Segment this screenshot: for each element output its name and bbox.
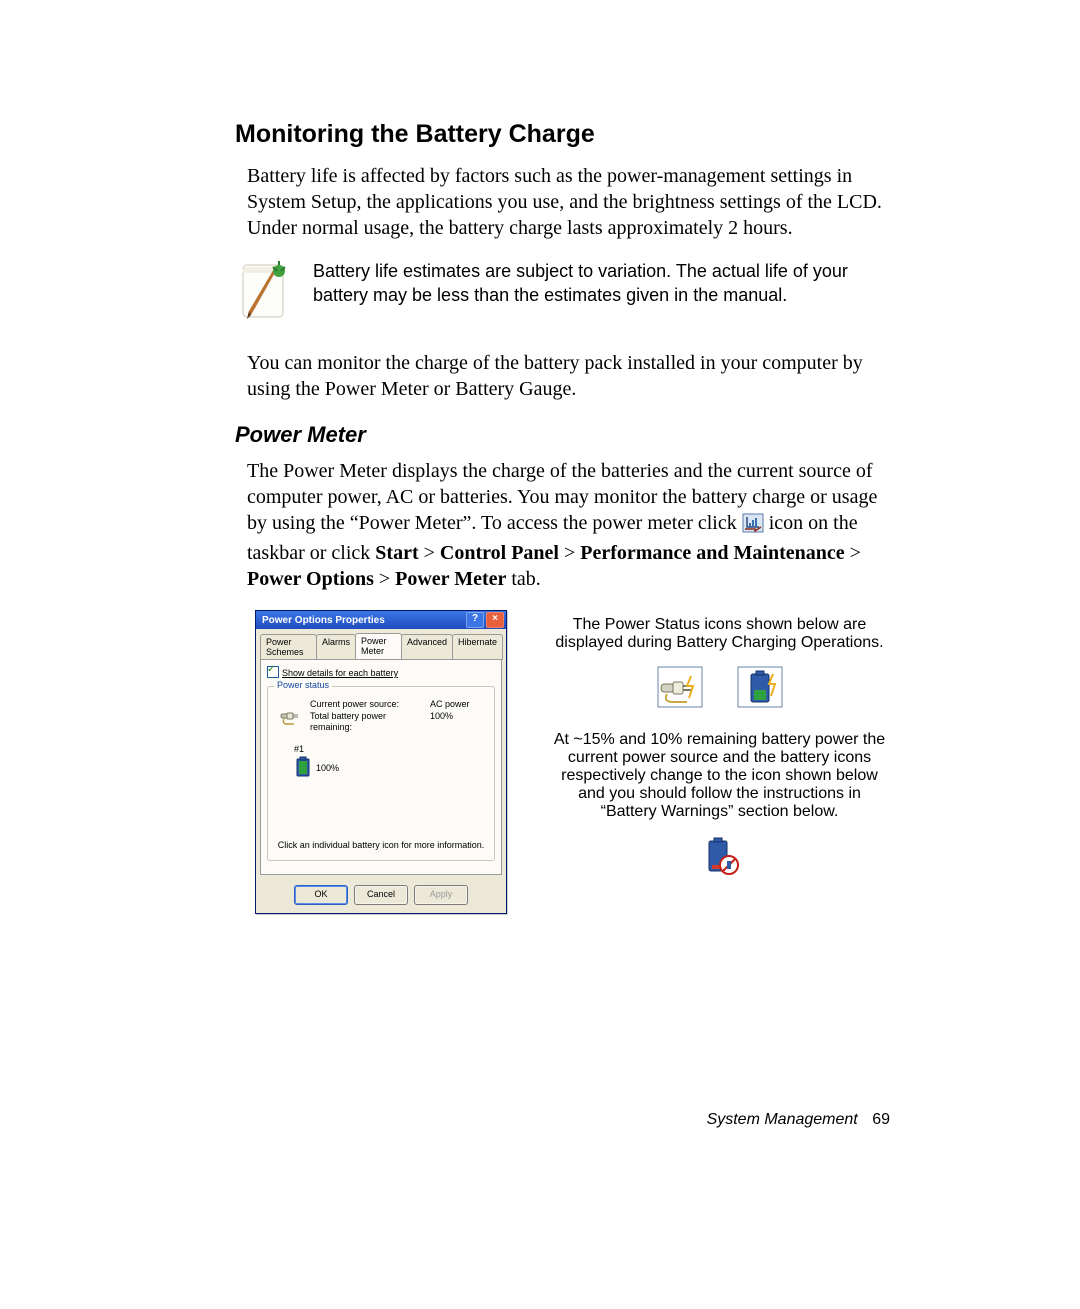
dialog-titlebar: Power Options Properties ? × [256,611,506,629]
status-labels: Current power source: Total battery powe… [310,699,470,734]
nav-power-options: Power Options [247,568,374,590]
subheading-power-meter: Power Meter [235,422,890,448]
right-para-1: The Power Status icons shown below are d… [549,616,890,652]
ok-button[interactable]: OK [294,885,348,905]
footer-section: System Management [707,1111,858,1128]
nav-control-panel: Control Panel [440,542,559,564]
apply-button[interactable]: Apply [414,885,468,905]
note-text: Battery life estimates are subject to va… [313,259,890,308]
tab-power-meter[interactable]: Power Meter [355,633,402,659]
dialog-title: Power Options Properties [262,615,385,626]
battery-hint: Click an individual battery icon for mor… [276,840,486,850]
show-details-checkbox-row[interactable]: Show details for each battery [267,666,495,678]
footer-page-number: 69 [872,1111,890,1128]
battery-id: #1 [294,744,486,754]
page: Monitoring the Battery Charge Battery li… [0,0,1080,1309]
source-label: Current power source: [310,699,430,711]
cancel-button[interactable]: Cancel [354,885,408,905]
remaining-value: 100% [430,711,470,723]
power-options-dialog: Power Options Properties ? × Power Schem… [255,610,507,914]
source-value: AC power [430,699,470,711]
remaining-label: Total battery power remaining: [310,711,430,734]
nav-tab-suffix: tab. [506,568,540,590]
nav-power-meter-tab: Power Meter [395,568,506,590]
right-column: The Power Status icons shown below are d… [549,610,890,877]
battery-slot: #1 100% [294,744,486,780]
plug-icon [280,706,302,728]
checkbox-label: Show details for each battery [282,668,398,678]
section-heading: Monitoring the Battery Charge [235,120,890,149]
dialog-tabs: Power Schemes Alarms Power Meter Advance… [256,629,506,659]
tab-power-schemes[interactable]: Power Schemes [260,634,317,660]
power-status-group: Power status [267,686,495,861]
tab-panel: Show details for each battery Power stat… [260,659,502,875]
battery-icon[interactable] [294,756,312,780]
help-button[interactable]: ? [466,612,484,628]
nav-start: Start [375,542,418,564]
plug-charging-icon [657,666,703,713]
status-row: Current power source: Total battery powe… [280,699,486,734]
checkbox-icon[interactable] [267,666,279,678]
note-block: Battery life estimates are subject to va… [235,259,890,334]
page-footer: System Management 69 [707,1111,890,1129]
charging-icons-row [549,666,890,713]
tab-alarms[interactable]: Alarms [316,634,356,660]
tab-advanced[interactable]: Advanced [401,634,453,660]
dialog-buttons: OK Cancel Apply [256,879,506,913]
monitor-paragraph: You can monitor the charge of the batter… [235,350,890,402]
right-para-2: At ~15% and 10% remaining battery power … [549,731,890,821]
low-battery-icon [549,835,890,877]
power-meter-paragraph: The Power Meter displays the charge of t… [235,458,890,592]
close-button[interactable]: × [486,612,504,628]
tab-hibernate[interactable]: Hibernate [452,634,503,660]
two-column-block: Power Options Properties ? × Power Schem… [235,610,890,914]
battery-pct: 100% [316,763,339,773]
power-meter-tray-icon [742,513,764,540]
battery-charging-icon [737,666,783,713]
note-pen-icon [237,259,293,334]
nav-perf-maint: Performance and Maintenance [580,542,844,564]
group-legend: Power status [274,680,332,690]
intro-paragraph: Battery life is affected by factors such… [235,163,890,241]
